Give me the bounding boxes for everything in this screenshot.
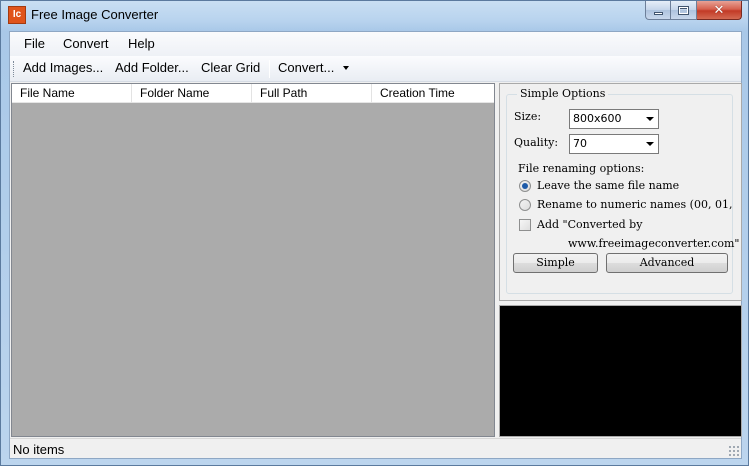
- size-select[interactable]: 800x600: [569, 109, 659, 129]
- clear-grid-button[interactable]: Clear Grid: [201, 60, 260, 75]
- maximize-icon: [678, 5, 689, 15]
- add-converted-by-label-line1[interactable]: Add "Converted by: [537, 218, 642, 231]
- column-header-full-path[interactable]: Full Path: [252, 84, 372, 103]
- menu-convert[interactable]: Convert: [61, 36, 111, 51]
- radio-rename-numeric-label[interactable]: Rename to numeric names (00, 01, .: [537, 198, 733, 211]
- size-label: Size:: [514, 110, 542, 123]
- title-bar[interactable]: Ic Free Image Converter ✕: [1, 1, 748, 31]
- simple-button[interactable]: Simple: [513, 253, 598, 273]
- column-header-folder-name[interactable]: Folder Name: [132, 84, 252, 103]
- quality-select[interactable]: 70: [569, 134, 659, 154]
- menu-file[interactable]: File: [22, 36, 47, 51]
- radio-rename-numeric[interactable]: [519, 199, 531, 211]
- add-folder-button[interactable]: Add Folder...: [115, 60, 189, 75]
- status-bar: No items: [10, 438, 741, 458]
- toolbar-grip[interactable]: [13, 61, 15, 77]
- add-converted-by-label-line2[interactable]: www.freeimageconverter.com": [568, 237, 739, 250]
- radio-leave-same-name[interactable]: [519, 180, 531, 192]
- app-icon[interactable]: Ic: [8, 6, 26, 24]
- advanced-button[interactable]: Advanced: [606, 253, 728, 273]
- image-preview: [499, 305, 742, 437]
- minimize-icon: [653, 11, 663, 15]
- client-area: File Convert Help Add Images... Add Fold…: [9, 31, 742, 459]
- close-icon: ✕: [713, 2, 725, 18]
- simple-options-group: Simple Options Size: 800x600 Quality: 70…: [506, 87, 739, 294]
- column-header-file-name[interactable]: File Name: [12, 84, 132, 103]
- convert-button[interactable]: Convert...: [278, 60, 334, 75]
- menu-help[interactable]: Help: [126, 36, 157, 51]
- menu-bar: File Convert Help: [10, 32, 741, 56]
- add-converted-by-checkbox[interactable]: [519, 219, 531, 231]
- maximize-button[interactable]: [671, 1, 697, 20]
- size-select-value: 800x600: [573, 112, 622, 125]
- column-header-creation-time[interactable]: Creation Time: [372, 84, 494, 103]
- window-controls: ✕: [645, 1, 742, 21]
- add-images-button[interactable]: Add Images...: [23, 60, 103, 75]
- quality-label: Quality:: [514, 136, 559, 149]
- radio-leave-same-name-label[interactable]: Leave the same file name: [537, 179, 679, 192]
- chevron-down-icon[interactable]: [642, 135, 658, 153]
- group-title: Simple Options: [517, 87, 609, 100]
- status-text: No items: [13, 442, 65, 457]
- grid-header: File Name Folder Name Full Path Creation…: [12, 84, 494, 103]
- options-panel: Simple Options Size: 800x600 Quality: 70…: [499, 83, 742, 301]
- toolbar-separator: [269, 60, 270, 78]
- chevron-down-icon[interactable]: [642, 110, 658, 128]
- convert-dropdown-icon[interactable]: [343, 66, 349, 70]
- quality-select-value: 70: [573, 137, 587, 150]
- window-title: Free Image Converter: [31, 7, 159, 22]
- resize-grip-icon[interactable]: [728, 445, 739, 456]
- app-window: Ic Free Image Converter ✕ File Convert H…: [0, 0, 749, 466]
- minimize-button[interactable]: [645, 1, 671, 20]
- image-grid[interactable]: File Name Folder Name Full Path Creation…: [11, 83, 495, 437]
- renaming-options-label: File renaming options:: [518, 162, 645, 175]
- toolbar: Add Images... Add Folder... Clear Grid C…: [10, 56, 741, 82]
- close-button[interactable]: ✕: [697, 1, 742, 20]
